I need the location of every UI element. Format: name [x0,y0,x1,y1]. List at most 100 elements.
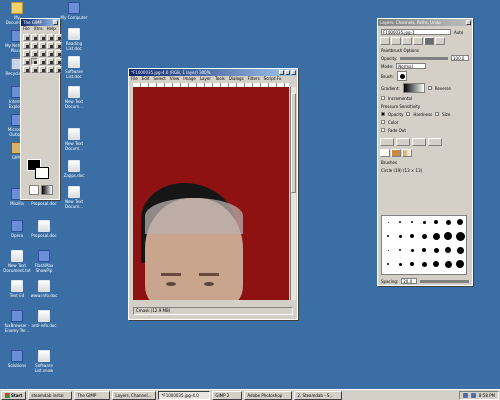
gradient-indicator[interactable] [41,185,53,195]
desktop-icon[interactable]: New Text Docum... [60,186,88,209]
crop-tool[interactable] [47,42,54,49]
menu-help[interactable]: Help [47,26,56,32]
brush-swatch[interactable] [457,219,463,225]
flip-tool[interactable] [23,50,30,57]
menu-tools[interactable]: Tools [215,76,225,82]
pencil-tool[interactable] [23,58,30,65]
bucket-fill-tool[interactable] [47,50,54,57]
brush-swatch[interactable] [456,260,464,268]
vertical-scrollbar[interactable] [290,87,296,300]
brush-swatch[interactable] [398,234,402,238]
menu-file[interactable]: File [131,76,138,82]
brush-swatch[interactable] [456,246,464,254]
free-select-tool[interactable] [39,34,46,41]
desktop-icon[interactable]: FlashMax ShowPip [30,250,58,273]
brush-swatch[interactable] [422,220,426,224]
delete-options-button[interactable] [412,138,426,146]
desktop-icon[interactable]: My Computer [60,2,88,20]
desktop-icon[interactable]: Opera [3,220,31,238]
menu-layer[interactable]: Layer [200,76,211,82]
tab-patterns[interactable] [391,149,401,157]
airbrush-tool[interactable] [47,58,54,65]
background-color[interactable] [35,167,49,179]
opacity-slider[interactable] [400,56,448,60]
brush-indicator[interactable] [29,185,39,195]
gradient-preview[interactable] [402,83,425,93]
brush-swatch[interactable] [411,221,413,223]
brush-swatch[interactable] [387,221,389,223]
tab-brushes[interactable] [435,37,445,45]
brush-swatch[interactable] [421,261,427,267]
desktop-icon[interactable]: www.info.doc [30,280,58,298]
close-button[interactable] [53,20,58,25]
magnify-tool[interactable] [39,42,46,49]
desktop-icon[interactable]: Zapps.doc [60,160,88,178]
convolve-tool[interactable] [23,66,30,73]
mode-select[interactable]: Normal [396,63,427,69]
scrollbar-thumb[interactable] [291,93,296,193]
reset-options-button[interactable] [428,138,442,146]
tab-undo[interactable] [413,37,423,45]
brush-swatch[interactable] [398,262,402,266]
brush-swatch[interactable] [432,232,440,240]
task-button[interactable]: steamdab instal [28,390,73,400]
brush-swatch[interactable] [434,220,438,224]
task-button[interactable]: 2. Steamdab - S... [294,390,343,400]
opacity-value[interactable]: 100.0 [451,55,469,61]
pressure-hardness-checkbox[interactable] [406,112,411,116]
spacing-slider[interactable] [420,279,469,283]
bezier-select-tool[interactable] [55,34,62,41]
color-checkbox[interactable] [381,120,385,124]
menu-dialogs[interactable]: Dialogs [229,76,244,82]
image-select[interactable]: F1000035.jpg-1 [381,29,451,35]
menu-view[interactable]: View [170,76,180,82]
brush-swatch[interactable] [387,249,389,251]
desktop-icon[interactable]: Proposal.doc [30,220,58,238]
layers-dialog[interactable]: Layers, Channels, Paths, Undo F1000035.j… [377,18,473,286]
desktop-icon[interactable]: New Text Docum... [60,86,88,109]
eraser-tool[interactable] [39,58,46,65]
brush-swatch[interactable] [433,247,439,253]
restore-options-button[interactable] [396,138,410,146]
task-button[interactable]: Adobe Photoshop [244,390,293,400]
close-button[interactable] [291,70,296,75]
desktop-icon[interactable]: anti-info.doc [30,310,58,328]
brush-swatch[interactable] [444,232,452,240]
pressure-opacity-checkbox[interactable] [381,112,385,116]
toolbox-titlebar[interactable]: The GIMP [21,19,59,26]
brush-swatch[interactable] [455,231,465,241]
brush-swatch[interactable] [445,247,451,253]
paintbrush-tool[interactable] [31,58,38,65]
desktop-icon[interactable]: Software List.snow [30,350,58,373]
ink-tool[interactable] [31,66,38,73]
brush-swatch[interactable] [399,221,401,223]
brush-swatch[interactable] [410,234,414,238]
menu-xtns[interactable]: Xtns [34,26,43,32]
transform-tool[interactable] [55,42,62,49]
menu-image[interactable]: Image [183,76,196,82]
image-window-titlebar[interactable]: *F1000035.jpg-4.0 (RGB, 1 layer) 300% [129,69,297,76]
pressure-size-checkbox[interactable] [435,112,440,116]
desktop-icon[interactable]: Reading List.doc [60,28,88,51]
color-picker-tool[interactable] [39,50,46,57]
clone-tool[interactable] [55,58,62,65]
blend-tool[interactable] [55,50,62,57]
reverse-checkbox[interactable] [427,86,432,90]
tab-channels[interactable] [391,37,401,45]
brush-swatch[interactable] [387,235,389,237]
layers-titlebar[interactable]: Layers, Channels, Paths, Undo [378,19,472,26]
brush-swatch[interactable] [410,248,414,252]
tab-brushes-list[interactable] [380,149,390,157]
desktop-icon[interactable]: New Text Document.txt [3,250,31,273]
brush-swatch[interactable] [444,260,452,268]
menu-edit[interactable]: Edit [142,76,150,82]
task-button[interactable]: GIMP 2 [212,390,243,400]
color-swatches[interactable] [27,159,51,183]
tab-layers[interactable] [380,37,390,45]
brush-swatch[interactable] [410,262,414,266]
menu-filters[interactable]: Filters [248,76,260,82]
ellipse-select-tool[interactable] [31,34,38,41]
spacing-value[interactable]: 20.0 [401,278,418,284]
fade-checkbox[interactable] [381,128,385,132]
brush-swatch[interactable] [421,233,427,239]
